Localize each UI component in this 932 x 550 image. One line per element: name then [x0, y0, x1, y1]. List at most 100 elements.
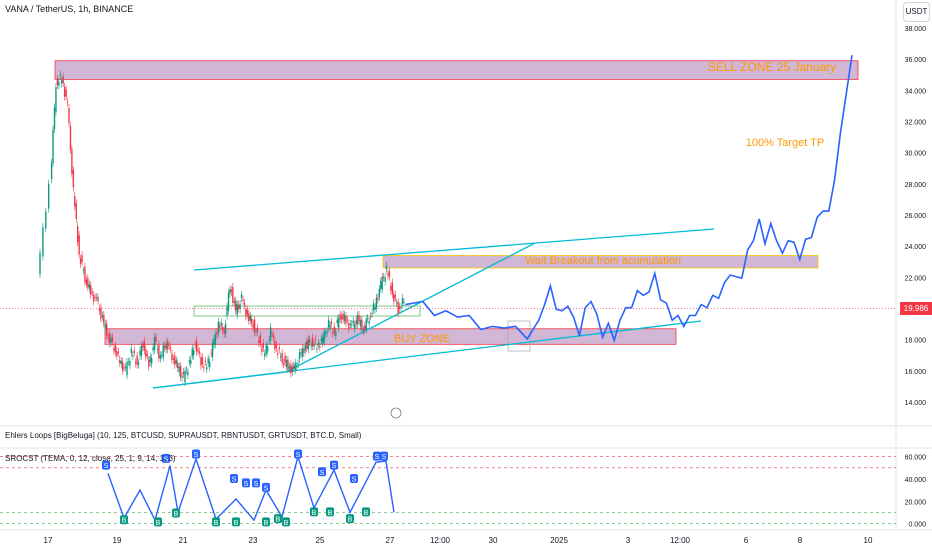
- candle: [39, 248, 41, 279]
- candle-body: [319, 345, 321, 348]
- candle-body: [159, 355, 162, 359]
- candle-body: [282, 362, 285, 365]
- candle: [398, 302, 401, 313]
- candle-body: [152, 347, 154, 351]
- candle-body: [339, 314, 341, 320]
- candle-body: [158, 345, 160, 359]
- candle: [48, 179, 50, 213]
- candle: [248, 309, 250, 325]
- candle-body: [123, 367, 125, 369]
- candle-body: [345, 315, 347, 324]
- candle: [146, 350, 148, 360]
- candle: [84, 262, 86, 286]
- symbol-title: VANA / TetherUS, 1h, BINANCE: [5, 4, 134, 14]
- candle-body: [368, 320, 370, 324]
- candle-body: [288, 366, 291, 369]
- candle-body: [58, 81, 60, 86]
- candle: [346, 315, 349, 325]
- candle: [233, 297, 235, 307]
- candle-body: [172, 358, 175, 360]
- sell-signal-text: S: [104, 463, 109, 470]
- candle: [372, 299, 375, 314]
- chart-canvas[interactable]: 14.000 16.000 18.000 20.000 22.000 24.000 26.0…: [0, 0, 932, 550]
- candle-body: [327, 319, 330, 328]
- candle: [120, 356, 122, 369]
- candle-body: [140, 345, 143, 356]
- candle-body: [311, 337, 314, 347]
- buy-signal-marker: B: [326, 507, 334, 517]
- sell-signal-text: S: [296, 452, 301, 459]
- candle-body: [310, 345, 312, 347]
- candle: [156, 345, 159, 355]
- candle: [116, 347, 118, 361]
- candle-body: [400, 307, 402, 309]
- candle: [393, 290, 395, 306]
- candle-body: [304, 345, 307, 351]
- candle-body: [146, 354, 148, 356]
- candle: [384, 273, 386, 286]
- candle-body: [104, 323, 106, 329]
- candle-body: [145, 349, 147, 358]
- currency-button[interactable]: USDT: [903, 2, 930, 22]
- candle: [227, 288, 230, 315]
- candle: [133, 346, 135, 358]
- candle: [355, 316, 357, 329]
- candle-body: [287, 359, 289, 370]
- candle-body: [190, 359, 192, 365]
- candle-body: [361, 319, 363, 331]
- candle: [177, 359, 179, 372]
- candle-body: [355, 320, 357, 325]
- x-axis-tick-label: 2025: [550, 536, 568, 545]
- candle-body: [236, 304, 238, 315]
- candle-body: [268, 339, 270, 341]
- buy-signal-text: B: [156, 520, 161, 527]
- candle: [285, 355, 288, 371]
- candle: [175, 356, 177, 368]
- candle-body: [75, 203, 77, 219]
- candle: [127, 357, 130, 366]
- candle-body: [175, 360, 177, 364]
- candle: [191, 344, 193, 361]
- candle-body: [243, 302, 246, 306]
- candle-body: [103, 314, 105, 324]
- y-axis-tick-label: 36.000: [905, 57, 927, 64]
- candle-body: [300, 352, 302, 354]
- candle-body: [298, 352, 301, 359]
- sell-signal-marker: S: [252, 478, 260, 488]
- candle-body: [396, 302, 398, 304]
- candle-body: [114, 345, 117, 353]
- sell-signal-marker: S: [230, 473, 238, 483]
- candle: [232, 283, 234, 307]
- candle: [400, 303, 402, 312]
- candle-body: [92, 294, 95, 302]
- candle: [371, 308, 373, 319]
- candle: [278, 343, 280, 354]
- candle: [290, 360, 292, 377]
- buy-signal-text: B: [328, 510, 333, 517]
- y-axis-tick-label: 24.000: [905, 244, 927, 251]
- candle-body: [111, 337, 114, 342]
- candle-body: [342, 313, 344, 320]
- candle-body: [206, 367, 208, 370]
- candle-body: [272, 334, 275, 338]
- candle-body: [364, 325, 366, 330]
- candle: [179, 361, 182, 382]
- candle-body: [245, 309, 247, 317]
- candle: [351, 320, 353, 329]
- candle-body: [113, 347, 115, 351]
- candle-body: [227, 292, 230, 311]
- y-axis-tick-label: 22.000: [905, 275, 927, 282]
- candle-body: [301, 348, 304, 358]
- candle-body: [63, 86, 66, 97]
- candle-body: [137, 362, 140, 365]
- candle-body: [391, 282, 394, 295]
- candle: [75, 199, 77, 223]
- candle: [124, 363, 127, 372]
- candle-body: [191, 348, 193, 357]
- buy-signal-text: B: [234, 520, 239, 527]
- candle: [198, 347, 201, 358]
- candle-body: [258, 339, 260, 344]
- candle: [197, 345, 199, 355]
- candle-body: [277, 353, 279, 355]
- candle-body: [332, 331, 334, 335]
